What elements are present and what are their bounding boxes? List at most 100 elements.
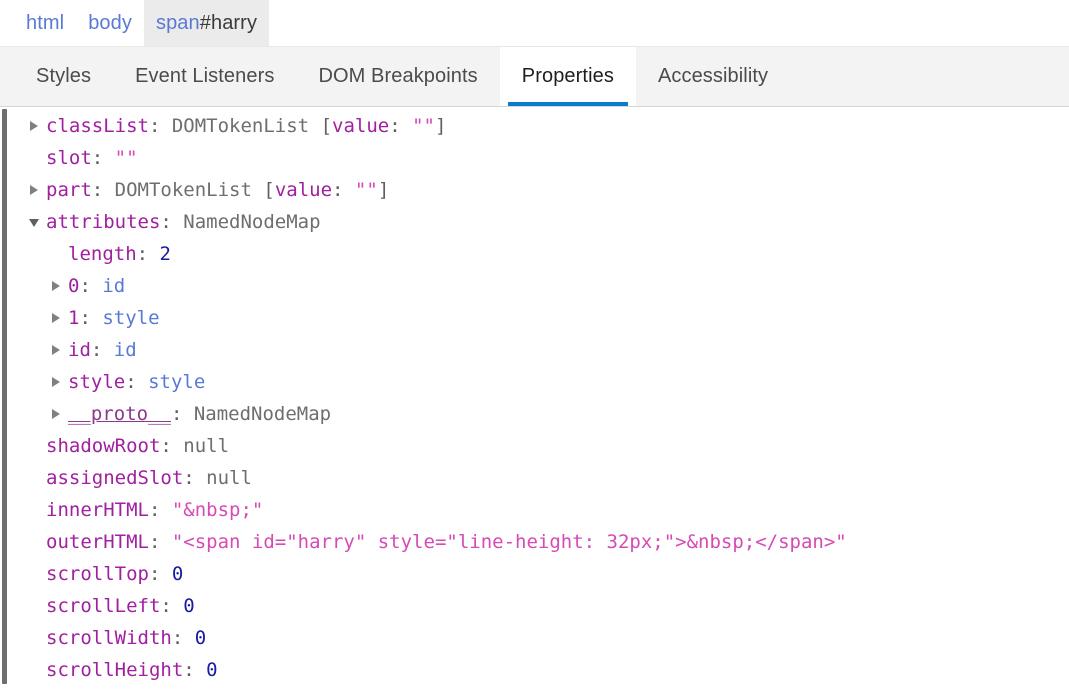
devtools-tab-strip: Styles Event Listeners DOM Breakpoints Prop… xyxy=(0,47,1069,107)
property-value-token: NamedNodeMap xyxy=(183,211,321,233)
property-value-token: [ xyxy=(263,179,275,201)
property-name: attributes xyxy=(46,211,161,233)
property-row[interactable]: scrollLeft: 0 xyxy=(0,590,1069,622)
property-value-token: "<span id="harry" style="line-height: 32… xyxy=(171,531,847,553)
property-row[interactable]: 0: id xyxy=(0,270,1069,302)
breadcrumb-element-id: #harry xyxy=(199,11,258,34)
tab-accessibility[interactable]: Accessibility xyxy=(636,47,790,106)
property-colon: : xyxy=(171,627,195,649)
chevron-right-icon[interactable] xyxy=(28,174,44,206)
property-value-token: null xyxy=(183,435,230,457)
property-name: style xyxy=(68,371,126,393)
property-name: assignedSlot xyxy=(46,467,184,489)
property-name: innerHTML xyxy=(46,499,149,521)
tab-properties[interactable]: Properties xyxy=(499,47,636,106)
tab-dom-breakpoints[interactable]: DOM Breakpoints xyxy=(296,47,499,106)
property-colon: : xyxy=(183,659,207,681)
breadcrumb-item-body[interactable]: body xyxy=(76,0,144,46)
property-row[interactable]: style: style xyxy=(0,366,1069,398)
breadcrumb-tag-name: html xyxy=(26,11,65,34)
property-colon: : xyxy=(90,339,114,361)
property-value-token: null xyxy=(206,467,252,489)
property-row[interactable]: 1: style xyxy=(0,302,1069,334)
property-value-token: 2 xyxy=(159,243,171,265)
property-colon: : xyxy=(125,371,149,393)
property-value-token: "" xyxy=(114,147,138,169)
property-row[interactable]: shadowRoot: null xyxy=(0,430,1069,462)
property-row[interactable]: assignedSlot: null xyxy=(0,462,1069,494)
property-value-token: 0 xyxy=(194,627,207,649)
property-name: id xyxy=(68,339,91,361)
breadcrumb: html body span #harry xyxy=(0,0,1069,47)
vertical-scrollbar-thumb[interactable] xyxy=(2,109,7,684)
chevron-right-icon[interactable] xyxy=(50,334,66,366)
property-row[interactable]: scrollTop: 0 xyxy=(0,558,1069,590)
property-name: part xyxy=(46,179,92,201)
breadcrumb-tag-name: body xyxy=(88,11,132,34)
property-colon: : xyxy=(79,307,103,329)
property-name: scrollHeight xyxy=(46,659,184,681)
chevron-right-icon[interactable] xyxy=(50,302,66,334)
property-colon: : xyxy=(91,147,115,169)
breadcrumb-item-span[interactable]: span #harry xyxy=(143,0,270,46)
property-value-token: "" xyxy=(354,179,378,201)
property-colon: : xyxy=(160,435,184,457)
property-value-token: [ xyxy=(320,115,333,137)
property-row[interactable]: scrollHeight: 0 xyxy=(0,654,1069,686)
property-colon: : xyxy=(160,211,184,233)
properties-tree: classList: DOMTokenList [value: ""] slot:… xyxy=(0,107,1069,686)
tab-event-listeners[interactable]: Event Listeners xyxy=(113,47,296,106)
property-colon: : xyxy=(148,531,172,553)
property-name: 1 xyxy=(68,307,80,329)
tab-styles[interactable]: Styles xyxy=(14,47,113,106)
property-colon: : xyxy=(148,115,172,137)
chevron-right-icon[interactable] xyxy=(50,366,66,398)
property-name: scrollLeft xyxy=(46,595,161,617)
property-colon: : xyxy=(136,243,160,265)
property-value-token: 0 xyxy=(183,595,195,617)
property-name: __proto__ xyxy=(68,403,171,425)
property-name: scrollTop xyxy=(46,563,149,585)
breadcrumb-tag-name: span xyxy=(155,11,200,34)
property-value-token: "" xyxy=(412,115,435,137)
property-value-token: id xyxy=(102,275,126,297)
property-row[interactable]: slot: "" xyxy=(0,142,1069,174)
chevron-right-icon[interactable] xyxy=(50,270,66,302)
property-name: scrollWidth xyxy=(46,627,172,649)
property-value-token: DOMTokenList xyxy=(114,179,264,201)
property-name: length xyxy=(68,243,137,265)
property-value-token: value xyxy=(332,115,390,137)
breadcrumb-item-html[interactable]: html xyxy=(14,0,76,46)
property-value-token: 0 xyxy=(171,563,184,585)
property-row[interactable]: attributes: NamedNodeMap xyxy=(0,206,1069,238)
property-row[interactable]: innerHTML: "&nbsp;" xyxy=(0,494,1069,526)
property-row[interactable]: outerHTML: "<span id="harry" style="line… xyxy=(0,526,1069,558)
property-colon: : xyxy=(79,275,103,297)
vertical-scrollbar-track[interactable] xyxy=(0,107,10,692)
property-row[interactable]: __proto__: NamedNodeMap xyxy=(0,398,1069,430)
property-row[interactable]: scrollWidth: 0 xyxy=(0,622,1069,654)
property-value-token: style xyxy=(148,371,206,393)
property-row[interactable]: classList: DOMTokenList [value: ""] xyxy=(0,110,1069,142)
properties-panel: classList: DOMTokenList [value: ""] slot:… xyxy=(0,107,1069,692)
property-value-token: 0 xyxy=(206,659,218,681)
property-row[interactable]: id: id xyxy=(0,334,1069,366)
property-row[interactable]: length: 2 xyxy=(0,238,1069,270)
chevron-right-icon[interactable] xyxy=(50,398,66,430)
property-row[interactable]: part: DOMTokenList [value: ""] xyxy=(0,174,1069,206)
property-name: outerHTML xyxy=(46,531,149,553)
chevron-down-icon[interactable] xyxy=(28,206,44,238)
property-colon: : xyxy=(91,179,115,201)
chevron-right-icon[interactable] xyxy=(28,110,44,142)
property-value-token: : xyxy=(332,179,355,201)
property-value-token: value xyxy=(274,179,333,201)
